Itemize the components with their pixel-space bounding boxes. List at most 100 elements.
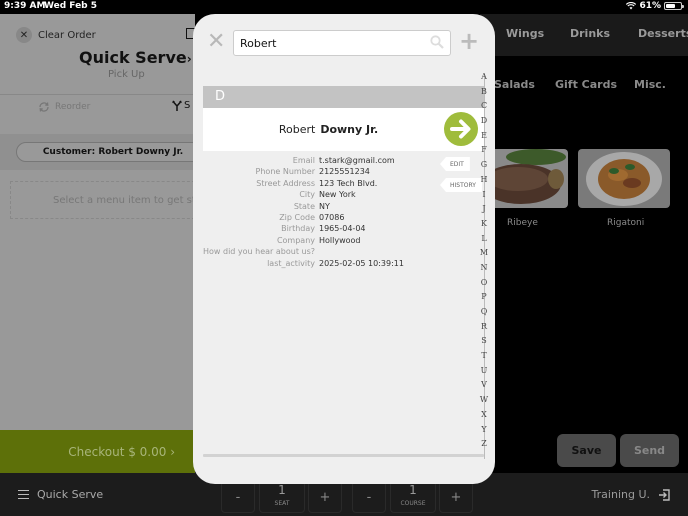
order-type-title[interactable]: Quick Serve›: [79, 48, 192, 67]
alphabet-letter[interactable]: U: [481, 364, 488, 379]
course-stepper: 1 COURSE: [390, 481, 436, 513]
alphabet-letter[interactable]: Q: [481, 305, 488, 320]
alphabet-letter[interactable]: T: [481, 349, 486, 364]
detail-key: last_activity: [267, 258, 315, 268]
detail-value: 1965-04-04: [319, 224, 366, 234]
seat-label: SEAT: [274, 500, 290, 507]
alphabet-letter[interactable]: P: [481, 290, 486, 305]
alphabet-letter[interactable]: E: [481, 129, 487, 144]
detail-key: Email: [292, 156, 315, 165]
detail-row: Phone Number 2125551234: [203, 166, 443, 177]
wifi-icon: [626, 2, 637, 10]
menu-item-label: Rigatoni: [607, 218, 645, 228]
detail-key: Phone Number: [255, 167, 315, 177]
user-logout-button[interactable]: Training U.: [592, 488, 670, 501]
alphabet-letter[interactable]: O: [481, 276, 488, 291]
detail-key: Zip Code: [279, 212, 315, 222]
add-customer-button[interactable]: +: [459, 29, 479, 53]
reorder-button[interactable]: Reorder: [38, 101, 90, 113]
order-subtitle: Pick Up: [108, 69, 145, 80]
customer-button[interactable]: Customer: Robert Downy Jr.: [16, 142, 202, 162]
edit-customer-button[interactable]: EDIT: [440, 157, 470, 171]
detail-key: City: [299, 190, 315, 200]
seat-decrement-button[interactable]: -: [221, 481, 255, 513]
pos-screen: 9:39 AM Wed Feb 5 61% ✕ Clear Order Quic…: [0, 0, 688, 516]
course-decrement-button[interactable]: -: [352, 481, 386, 513]
detail-row: City New York: [203, 189, 443, 200]
category-tab-desserts[interactable]: Desserts: [638, 27, 688, 40]
arrow-right-icon: [450, 119, 471, 139]
detail-row: Street Address 123 Tech Blvd.: [203, 178, 443, 189]
alphabet-letter[interactable]: D: [481, 114, 487, 129]
detail-key: Street Address: [256, 178, 315, 188]
select-customer-button[interactable]: [444, 112, 478, 146]
course-increment-button[interactable]: +: [439, 481, 473, 513]
detail-row: State NY: [203, 201, 443, 212]
alphabet-letter[interactable]: M: [480, 246, 488, 261]
battery-fill: [666, 4, 675, 8]
alphabet-letter[interactable]: I: [482, 188, 485, 203]
send-button[interactable]: Send: [620, 434, 679, 467]
alphabet-letter[interactable]: G: [481, 158, 487, 173]
alphabet-letter[interactable]: V: [481, 378, 487, 393]
alphabet-letter[interactable]: J: [482, 202, 485, 217]
course-label: COURSE: [400, 500, 426, 507]
alphabet-letter[interactable]: Y: [481, 423, 486, 438]
modal-close-button[interactable]: ✕: [207, 31, 225, 53]
subcategory-misc[interactable]: Misc.: [634, 78, 666, 91]
chevron-right-icon: ›: [186, 52, 192, 66]
seat-increment-button[interactable]: +: [308, 481, 342, 513]
alphabet-letter[interactable]: X: [481, 408, 487, 423]
order-panel: ✕ Clear Order Quick Serve› Pick Up Reord…: [0, 14, 202, 432]
detail-key: Birthday: [281, 224, 315, 234]
detail-row: Zip Code 07086: [203, 212, 443, 223]
detail-value: New York: [319, 190, 356, 200]
alphabet-letter[interactable]: W: [480, 393, 488, 408]
detail-value: 123 Tech Blvd.: [319, 178, 378, 188]
customer-search-input[interactable]: Robert: [233, 30, 451, 56]
alphabet-letter[interactable]: L: [481, 232, 486, 247]
customer-first-name: Robert: [278, 123, 316, 136]
category-tab-wings[interactable]: Wings: [506, 27, 544, 40]
subcategory-salads[interactable]: Salads: [494, 78, 535, 91]
split-label: S: [184, 100, 191, 111]
subcategory-gift-cards[interactable]: Gift Cards: [555, 78, 617, 91]
category-tab-drinks[interactable]: Drinks: [570, 27, 610, 40]
alphabet-letter[interactable]: F: [481, 143, 487, 158]
save-button[interactable]: Save: [557, 434, 616, 467]
alphabet-letter[interactable]: S: [481, 334, 486, 349]
alphabet-letter[interactable]: N: [481, 261, 488, 276]
alphabet-letter[interactable]: B: [481, 85, 487, 100]
detail-value: Hollywood: [319, 235, 361, 245]
detail-row: Email t.stark@gmail.com: [203, 155, 443, 166]
customer-list-item[interactable]: Robert Downy Jr.: [203, 108, 484, 151]
search-icon[interactable]: [430, 35, 444, 49]
detail-value: 2125551234: [319, 167, 370, 177]
detail-row: last_activity 2025-02-05 10:39:11: [203, 258, 443, 269]
alphabet-letter[interactable]: C: [481, 99, 487, 114]
clear-order-button[interactable]: ✕ Clear Order: [16, 27, 96, 43]
alphabet-letter[interactable]: K: [481, 217, 487, 232]
alphabet-letter[interactable]: Z: [481, 437, 487, 452]
search-value: Robert: [240, 36, 277, 50]
status-date: Wed Feb 5: [44, 1, 98, 11]
menu-item-rigatoni[interactable]: [578, 149, 670, 208]
battery-percent: 61%: [639, 1, 661, 11]
menu-item-label: Ribeye: [507, 218, 538, 228]
alphabet-letter[interactable]: H: [481, 173, 488, 188]
logout-icon: [659, 488, 670, 501]
order-type-label: Quick Serve: [79, 48, 187, 67]
rigatoni-image: [578, 149, 670, 208]
main-menu-label: Quick Serve: [37, 488, 104, 501]
status-right: 61%: [626, 1, 684, 11]
alphabet-letter[interactable]: A: [481, 70, 487, 85]
checkout-button[interactable]: Checkout $ 0.00 ›: [0, 430, 195, 473]
split-button[interactable]: S: [172, 100, 190, 111]
alphabet-letter[interactable]: R: [481, 320, 487, 335]
main-menu-button[interactable]: Quick Serve: [18, 488, 103, 501]
detail-key: How did you hear about us?: [203, 247, 315, 257]
list-bottom-divider: [203, 454, 484, 457]
alphabet-index[interactable]: ABCDEFGHIJKLMNOPQRSTUVWXYZ: [476, 70, 492, 452]
seat-stepper: 1 SEAT: [259, 481, 305, 513]
status-bar: 9:39 AM Wed Feb 5 61%: [0, 0, 688, 14]
